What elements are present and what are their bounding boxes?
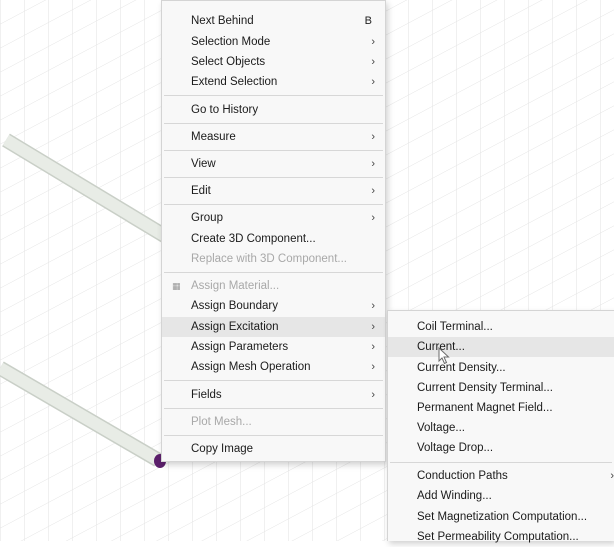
menu-separator <box>164 123 383 124</box>
material-icon: ▦ <box>172 281 181 291</box>
menu-item-label: Fields <box>191 389 222 401</box>
menu-item-label: Assign Mesh Operation <box>191 361 311 373</box>
menu-item-label: Voltage... <box>417 422 465 434</box>
menu-item-assign-parameters[interactable]: Assign Parameters › <box>162 337 385 357</box>
submenu-item-coil-terminal[interactable]: Coil Terminal... <box>388 317 614 337</box>
menu-item-label: Set Magnetization Computation... <box>417 511 588 523</box>
menu-item-label: Edit <box>191 185 211 197</box>
submenu-item-add-winding[interactable]: Add Winding... <box>388 486 614 506</box>
menu-item-label: Selection Mode <box>191 36 271 48</box>
menu-item-measure[interactable]: Measure › <box>162 127 385 147</box>
context-menu: Next Behind B Selection Mode › Select Ob… <box>161 0 386 462</box>
menu-item-label: Extend Selection <box>191 76 278 88</box>
chevron-right-icon: › <box>371 212 375 224</box>
menu-separator <box>164 150 383 151</box>
menu-item-label: Current Density Terminal... <box>417 382 553 394</box>
menu-item-label: Conduction Paths <box>417 470 508 482</box>
menu-item-assign-boundary[interactable]: Assign Boundary › <box>162 296 385 316</box>
menu-item-edit[interactable]: Edit › <box>162 181 385 201</box>
menu-separator <box>164 95 383 96</box>
submenu-item-current[interactable]: Current... <box>388 337 614 357</box>
menu-item-label: Copy Image <box>191 443 254 455</box>
menu-item-copy-image[interactable]: Copy Image <box>162 439 385 459</box>
chevron-right-icon: › <box>610 470 614 482</box>
menu-item-create-3d-component[interactable]: Create 3D Component... <box>162 229 385 249</box>
menu-separator <box>164 204 383 205</box>
menu-separator <box>164 177 383 178</box>
chevron-right-icon: › <box>371 36 375 48</box>
chevron-right-icon: › <box>371 341 375 353</box>
submenu-item-set-permeability-computation[interactable]: Set Permeability Computation... <box>388 527 614 547</box>
menu-item-label: Set Permeability Computation... <box>417 531 579 543</box>
chevron-right-icon: › <box>371 158 375 170</box>
menu-item-label: Replace with 3D Component... <box>191 253 347 265</box>
chevron-right-icon: › <box>371 56 375 68</box>
submenu-item-current-density[interactable]: Current Density... <box>388 358 614 378</box>
menu-item-go-to-history[interactable]: Go to History <box>162 100 385 120</box>
menu-item-label: View <box>191 158 216 170</box>
menu-item-label: Assign Boundary <box>191 300 278 312</box>
chevron-right-icon: › <box>371 131 375 143</box>
menu-item-label: Current Density... <box>417 362 506 374</box>
chevron-right-icon: › <box>371 321 375 333</box>
menu-item-replace-3d-component: Replace with 3D Component... <box>162 249 385 269</box>
menu-separator <box>164 435 383 436</box>
menu-item-assign-material: ▦ Assign Material... <box>162 276 385 296</box>
chevron-right-icon: › <box>371 76 375 88</box>
menu-item-label: Create 3D Component... <box>191 233 316 245</box>
submenu-item-voltage-drop[interactable]: Voltage Drop... <box>388 438 614 458</box>
chevron-right-icon: › <box>371 389 375 401</box>
accelerator-key: B <box>364 15 372 27</box>
menu-item-label: Select Objects <box>191 56 266 68</box>
mouse-pointer-icon <box>438 347 450 365</box>
menu-separator <box>164 408 383 409</box>
menu-separator <box>390 462 612 463</box>
menu-item-assign-excitation[interactable]: Assign Excitation › <box>162 317 385 337</box>
menu-item-label: Go to History <box>191 104 259 116</box>
excitation-submenu: Coil Terminal... Current... Current Dens… <box>387 310 614 543</box>
menu-item-select-objects[interactable]: Select Objects › <box>162 52 385 72</box>
menu-item-assign-mesh-operation[interactable]: Assign Mesh Operation › <box>162 357 385 377</box>
menu-item-label: Voltage Drop... <box>417 442 494 454</box>
menu-separator <box>164 380 383 381</box>
menu-item-label: Assign Parameters <box>191 341 289 353</box>
menu-item-extend-selection[interactable]: Extend Selection › <box>162 72 385 92</box>
menu-item-label: Permanent Magnet Field... <box>417 402 553 414</box>
menu-item-selection-mode[interactable]: Selection Mode › <box>162 32 385 52</box>
menu-item-fields[interactable]: Fields › <box>162 385 385 405</box>
submenu-item-current-density-terminal[interactable]: Current Density Terminal... <box>388 378 614 398</box>
menu-item-next-behind[interactable]: Next Behind B <box>162 11 385 31</box>
submenu-item-set-magnetization-computation[interactable]: Set Magnetization Computation... <box>388 507 614 527</box>
chevron-right-icon: › <box>371 361 375 373</box>
menu-item-label: Assign Material... <box>191 280 280 292</box>
menu-item-label: Coil Terminal... <box>417 321 493 333</box>
submenu-item-permanent-magnet-field[interactable]: Permanent Magnet Field... <box>388 398 614 418</box>
menu-item-label: Add Winding... <box>417 490 492 502</box>
menu-item-view[interactable]: View › <box>162 154 385 174</box>
menu-separator <box>164 272 383 273</box>
menu-item-label: Group <box>191 212 223 224</box>
submenu-item-voltage[interactable]: Voltage... <box>388 418 614 438</box>
menu-item-label: Measure <box>191 131 236 143</box>
menu-item-label: Plot Mesh... <box>191 416 252 428</box>
menu-item-label: Next Behind <box>191 15 254 27</box>
menu-item-plot-mesh: Plot Mesh... <box>162 412 385 432</box>
menu-item-group[interactable]: Group › <box>162 208 385 228</box>
chevron-right-icon: › <box>371 185 375 197</box>
chevron-right-icon: › <box>371 300 375 312</box>
menu-item-label: Assign Excitation <box>191 321 279 333</box>
submenu-item-conduction-paths[interactable]: Conduction Paths › <box>388 466 614 486</box>
